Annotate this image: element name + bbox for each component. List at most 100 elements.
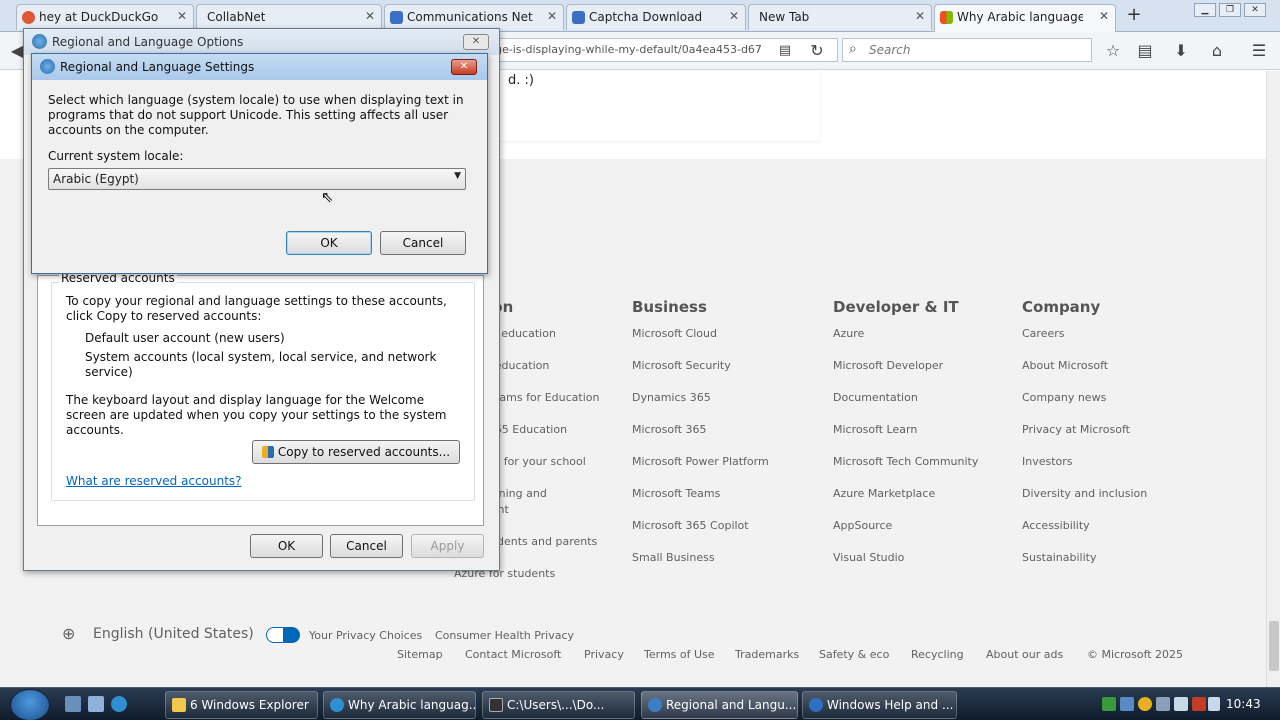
- tab-captcha[interactable]: Captcha Download ✕: [566, 4, 746, 30]
- taskbar-browser[interactable]: Why Arabic languag...: [323, 691, 476, 719]
- footer-link[interactable]: Microsoft Cloud: [632, 327, 769, 359]
- footer-bottom-link[interactable]: Safety & eco: [819, 648, 889, 661]
- network-icon[interactable]: [1174, 697, 1188, 711]
- home-icon[interactable]: ⌂: [1206, 40, 1228, 62]
- taskbar-label: Why Arabic languag...: [348, 698, 476, 712]
- footer-link[interactable]: Azure for students: [454, 567, 600, 599]
- footer-link[interactable]: Dynamics 365: [632, 391, 769, 423]
- footer-link[interactable]: Microsoft Tech Community: [833, 455, 978, 487]
- footer-link[interactable]: Small Business: [632, 551, 769, 583]
- help-icon: [809, 698, 823, 712]
- default-user-account: Default user account (new users): [85, 331, 285, 345]
- start-button[interactable]: [10, 689, 50, 720]
- footer-link[interactable]: Microsoft Teams: [632, 487, 769, 519]
- close-icon[interactable]: ✕: [1099, 9, 1109, 23]
- bookmark-star-icon[interactable]: ☆: [1102, 40, 1124, 62]
- close-icon[interactable]: ✕: [177, 9, 187, 23]
- footer-bottom-link[interactable]: Privacy: [584, 648, 624, 661]
- footer-bottom-link[interactable]: Terms of Use: [644, 648, 715, 661]
- footer-link[interactable]: Accessibility: [1022, 519, 1147, 551]
- close-window-icon[interactable]: ✕: [1244, 3, 1266, 17]
- scrollbar-thumb[interactable]: [1269, 621, 1279, 671]
- tab-new-tab[interactable]: New Tab ✕: [748, 4, 932, 30]
- page-scrollbar[interactable]: [1266, 71, 1280, 687]
- tab-collabnet[interactable]: CollabNet ✕: [196, 4, 382, 30]
- minimize-icon[interactable]: ▁: [1194, 3, 1216, 17]
- reader-view-icon[interactable]: ▤: [774, 40, 796, 62]
- footer-link[interactable]: Documentation: [833, 391, 978, 423]
- privacy-toggle-icon[interactable]: [266, 627, 300, 643]
- privacy-choices-link[interactable]: Your Privacy Choices: [309, 629, 422, 642]
- footer-link[interactable]: Investors: [1022, 455, 1147, 487]
- dialog-titlebar: Regional and Language Options: [24, 29, 499, 55]
- footer-bottom-link[interactable]: Trademarks: [735, 648, 799, 661]
- copy-to-reserved-button[interactable]: Copy to reserved accounts...: [252, 440, 460, 464]
- taskbar-command-prompt[interactable]: C:\Users\...\Do...: [482, 691, 635, 719]
- footer-link[interactable]: Diversity and inclusion: [1022, 487, 1147, 519]
- tray-app-icon[interactable]: [1156, 697, 1170, 711]
- system-locale-select[interactable]: Arabic (Egypt) ▼: [48, 168, 466, 190]
- taskbar-regional-options[interactable]: Regional and Langu...: [641, 691, 798, 719]
- footer-link[interactable]: Microsoft Developer: [833, 359, 978, 391]
- bookmarks-list-icon[interactable]: ▤: [1134, 40, 1156, 62]
- menu-icon[interactable]: ☰: [1248, 40, 1270, 62]
- cancel-button[interactable]: Cancel: [380, 231, 466, 255]
- clock[interactable]: 10:43: [1226, 697, 1261, 711]
- tab-site-icon: [390, 11, 403, 24]
- downloads-icon[interactable]: ⬇: [1170, 40, 1192, 62]
- footer-link[interactable]: Azure: [833, 327, 978, 359]
- terminal-icon: [489, 698, 503, 712]
- mouse-cursor-icon: ⇖: [321, 188, 334, 206]
- footer-heading: Company: [1022, 298, 1101, 316]
- footer-link[interactable]: Company news: [1022, 391, 1147, 423]
- footer-link[interactable]: Microsoft Security: [632, 359, 769, 391]
- footer-link[interactable]: Sustainability: [1022, 551, 1147, 583]
- footer-link[interactable]: Azure Marketplace: [833, 487, 978, 519]
- footer-link[interactable]: AppSource: [833, 519, 978, 551]
- footer-link[interactable]: Microsoft 365 Copilot: [632, 519, 769, 551]
- locale-value: Arabic (Egypt): [53, 172, 139, 186]
- taskbar-windows-help[interactable]: Windows Help and ...: [802, 691, 957, 719]
- tray-app-icon[interactable]: [1120, 697, 1134, 711]
- reserved-accounts-help-link[interactable]: What are reserved accounts?: [66, 474, 242, 488]
- restore-icon[interactable]: ❐: [1219, 3, 1241, 17]
- tab-why-arabic[interactable]: Why Arabic language is ✕: [934, 4, 1116, 32]
- security-alert-icon[interactable]: [1138, 697, 1152, 711]
- footer-bottom-link[interactable]: Recycling: [911, 648, 964, 661]
- show-desktop-icon[interactable]: [65, 696, 81, 712]
- footer-bottom-link[interactable]: Contact Microsoft: [465, 648, 561, 661]
- tab-duckduckgo[interactable]: hey at DuckDuckGo ✕: [16, 4, 194, 30]
- taskbar-label: Windows Help and ...: [827, 698, 954, 712]
- footer-link[interactable]: About Microsoft: [1022, 359, 1147, 391]
- consumer-health-link[interactable]: Consumer Health Privacy: [435, 629, 574, 642]
- footer-link[interactable]: Microsoft Learn: [833, 423, 978, 455]
- power-icon[interactable]: [1208, 697, 1220, 711]
- reload-icon[interactable]: ↻: [806, 40, 828, 62]
- tab-communications[interactable]: Communications Netw ✕: [384, 4, 564, 30]
- close-icon[interactable]: ✕: [451, 59, 477, 75]
- internet-explorer-icon[interactable]: [111, 696, 127, 712]
- cancel-button[interactable]: Cancel: [330, 534, 403, 558]
- footer-bottom-link[interactable]: About our ads: [986, 648, 1063, 661]
- footer-link[interactable]: Careers: [1022, 327, 1147, 359]
- new-tab-button[interactable]: +: [1124, 5, 1144, 25]
- close-icon[interactable]: ✕: [463, 34, 489, 50]
- ok-button[interactable]: OK: [250, 534, 323, 558]
- search-input[interactable]: ⌕ Search: [842, 38, 1092, 62]
- switch-windows-icon[interactable]: [88, 696, 104, 712]
- footer-link[interactable]: Privacy at Microsoft: [1022, 423, 1147, 455]
- footer-link[interactable]: Microsoft 365: [632, 423, 769, 455]
- footer-link[interactable]: Visual Studio: [833, 551, 978, 583]
- apply-button[interactable]: Apply: [411, 534, 484, 558]
- language-selector[interactable]: English (United States): [93, 626, 254, 642]
- taskbar-windows-explorer[interactable]: 6 Windows Explorer: [165, 691, 318, 719]
- close-icon[interactable]: ✕: [547, 9, 557, 23]
- ok-button[interactable]: OK: [286, 231, 372, 255]
- footer-link[interactable]: Microsoft Power Platform: [632, 455, 769, 487]
- footer-bottom-link[interactable]: Sitemap: [397, 648, 443, 661]
- tray-app-icon[interactable]: [1102, 697, 1116, 711]
- close-icon[interactable]: ✕: [729, 9, 739, 23]
- close-icon[interactable]: ✕: [915, 9, 925, 23]
- volume-muted-icon[interactable]: [1192, 697, 1206, 711]
- close-icon[interactable]: ✕: [365, 9, 375, 23]
